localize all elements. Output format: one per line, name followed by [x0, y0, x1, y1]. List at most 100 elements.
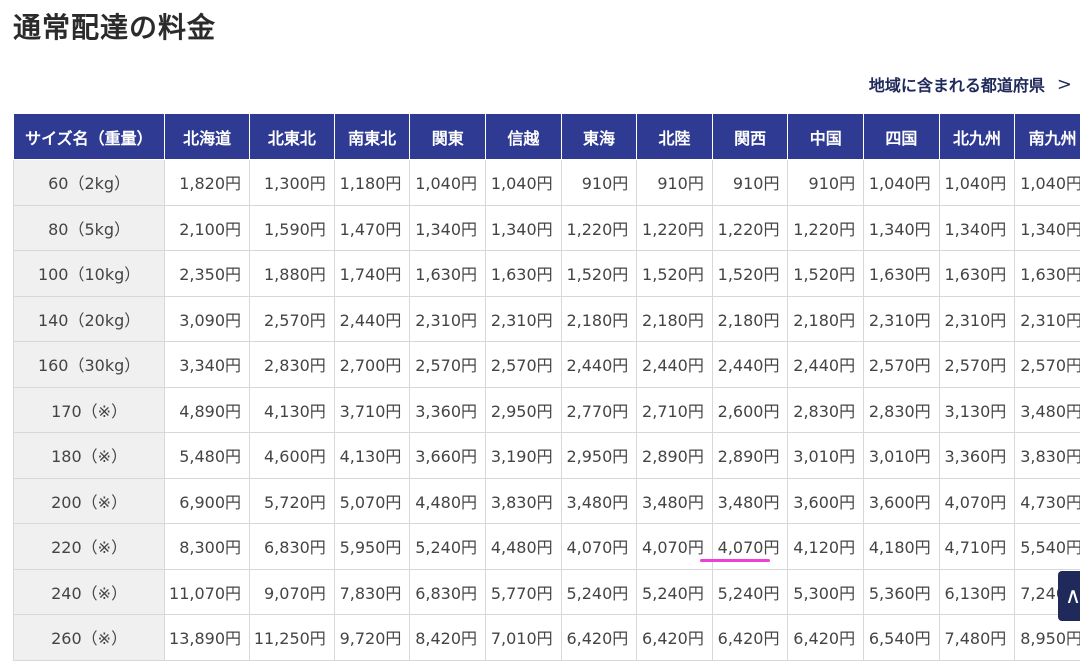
size-cell: 140（20kg） — [13, 295, 166, 342]
price-cell: 5,070円 — [333, 477, 411, 524]
column-header-region: 北海道 — [164, 114, 251, 160]
table-row: 260（※） 13,890円 11,250円 9,720円 8,420円 7,010円 6,… — [13, 614, 1080, 661]
price-cell: 5,950円 — [333, 523, 411, 570]
price-cell: 2,310円 — [863, 295, 940, 342]
price-cell: 2,310円 — [938, 295, 1016, 342]
price-cell: 1,880円 — [249, 250, 335, 297]
price-cell: 3,360円 — [938, 432, 1016, 479]
price-cell: 3,830円 — [485, 477, 562, 524]
price-cell: 3,480円 — [636, 477, 713, 524]
price-cell: 1,040円 — [863, 159, 940, 206]
price-cell: 3,340円 — [164, 341, 251, 388]
price-cell: 2,180円 — [560, 295, 638, 342]
price-cell: 1,630円 — [1014, 250, 1080, 297]
price-cell: 3,710円 — [333, 386, 411, 433]
price-cell: 2,440円 — [560, 341, 638, 388]
price-cell: 910円 — [711, 159, 789, 206]
rate-table-container: サイズ名（重量） 北海道 北東北 南東北 関東 信越 東海 北陸 関西 中国 四国 北九州 南九州 60… — [13, 114, 1080, 665]
size-cell: 200（※） — [13, 477, 166, 524]
price-cell: 2,310円 — [409, 295, 487, 342]
price-cell: 6,420円 — [787, 614, 865, 661]
size-cell: 60（2kg） — [13, 159, 166, 206]
price-cell: 11,250円 — [249, 614, 335, 661]
price-cell: 4,710円 — [938, 523, 1016, 570]
chevron-up-icon: ∧ — [1064, 583, 1080, 609]
price-cell: 2,950円 — [560, 432, 638, 479]
price-cell: 2,710円 — [636, 386, 713, 433]
size-cell: 260（※） — [13, 614, 166, 661]
price-cell: 6,830円 — [409, 568, 487, 615]
price-cell: 7,830円 — [333, 568, 411, 615]
price-cell: 1,340円 — [938, 204, 1016, 251]
price-cell: 2,570円 — [485, 341, 562, 388]
price-cell: 2,830円 — [787, 386, 865, 433]
price-cell: 1,300円 — [249, 159, 335, 206]
region-prefectures-link[interactable]: 地域に含まれる都道府県 > — [869, 72, 1072, 96]
price-cell: 5,240円 — [409, 523, 487, 570]
column-header-region: 中国 — [787, 114, 865, 160]
price-cell: 6,130円 — [938, 568, 1016, 615]
column-header-region: 関東 — [409, 114, 487, 160]
price-cell: 6,420円 — [711, 614, 789, 661]
column-header-region: 東海 — [560, 114, 638, 160]
column-header-region: 関西 — [711, 114, 789, 160]
price-cell: 4,180円 — [863, 523, 940, 570]
price-cell: 2,890円 — [711, 432, 789, 479]
price-cell: 5,240円 — [560, 568, 638, 615]
price-cell: 9,720円 — [333, 614, 411, 661]
price-cell: 3,010円 — [863, 432, 940, 479]
price-cell: 4,070円 — [711, 523, 789, 570]
price-cell: 6,420円 — [636, 614, 713, 661]
price-cell: 5,300円 — [787, 568, 865, 615]
price-cell: 6,540円 — [863, 614, 940, 661]
price-cell: 4,070円 — [636, 523, 713, 570]
rate-table: サイズ名（重量） 北海道 北東北 南東北 関東 信越 東海 北陸 関西 中国 四国 北九州 南九州 60… — [13, 114, 1080, 661]
price-cell: 2,890円 — [636, 432, 713, 479]
price-cell: 1,040円 — [938, 159, 1016, 206]
price-cell: 5,240円 — [636, 568, 713, 615]
price-cell: 1,340円 — [863, 204, 940, 251]
price-cell: 1,820円 — [164, 159, 251, 206]
column-header-region: 信越 — [485, 114, 562, 160]
price-cell: 6,420円 — [560, 614, 638, 661]
price-cell: 4,890円 — [164, 386, 251, 433]
price-cell: 1,470円 — [333, 204, 411, 251]
table-row: 240（※） 11,070円 9,070円 7,830円 6,830円 5,770円 5,2… — [13, 568, 1080, 615]
page-title: 通常配達の料金 — [13, 11, 217, 44]
price-cell: 2,100円 — [164, 204, 251, 251]
region-link-label: 地域に含まれる都道府県 — [868, 76, 1045, 95]
price-cell: 1,340円 — [409, 204, 487, 251]
price-cell: 2,440円 — [711, 341, 789, 388]
price-cell: 2,350円 — [164, 250, 251, 297]
table-header-row: サイズ名（重量） 北海道 北東北 南東北 関東 信越 東海 北陸 関西 中国 四国 北九州 南九州 — [13, 114, 1080, 160]
table-row: 160（30kg） 3,340円 2,830円 2,700円 2,570円 2,570円 2… — [13, 341, 1080, 388]
scroll-to-top-button[interactable]: ∧ — [1058, 571, 1080, 621]
price-cell: 2,440円 — [636, 341, 713, 388]
price-cell: 3,360円 — [409, 386, 487, 433]
table-row: 140（20kg） 3,090円 2,570円 2,440円 2,310円 2,310円 2… — [13, 295, 1080, 342]
price-cell: 3,830円 — [1014, 432, 1080, 479]
size-cell: 80（5kg） — [13, 204, 166, 251]
table-row: 200（※） 6,900円 5,720円 5,070円 4,480円 3,830円 3,48… — [13, 477, 1080, 524]
price-cell: 3,600円 — [787, 477, 865, 524]
price-cell: 2,310円 — [485, 295, 562, 342]
table-row: 170（※） 4,890円 4,130円 3,710円 3,360円 2,950円 2,77… — [13, 386, 1080, 433]
price-cell: 2,950円 — [485, 386, 562, 433]
price-cell: 5,540円 — [1014, 523, 1080, 570]
price-cell: 5,720円 — [249, 477, 335, 524]
price-cell: 1,040円 — [1014, 159, 1080, 206]
price-cell: 11,070円 — [164, 568, 251, 615]
price-cell: 3,660円 — [409, 432, 487, 479]
price-cell: 1,340円 — [1014, 204, 1080, 251]
price-cell: 2,830円 — [249, 341, 335, 388]
price-cell: 5,360円 — [863, 568, 940, 615]
price-cell: 2,570円 — [249, 295, 335, 342]
price-cell: 4,070円 — [560, 523, 638, 570]
price-cell: 2,180円 — [787, 295, 865, 342]
price-cell: 1,520円 — [711, 250, 789, 297]
price-cell: 1,040円 — [409, 159, 487, 206]
price-cell: 8,950円 — [1014, 614, 1080, 661]
price-cell: 1,220円 — [636, 204, 713, 251]
size-cell: 160（30kg） — [13, 341, 166, 388]
table-row: 220（※） 8,300円 6,830円 5,950円 5,240円 4,480円 4,07… — [13, 523, 1080, 570]
